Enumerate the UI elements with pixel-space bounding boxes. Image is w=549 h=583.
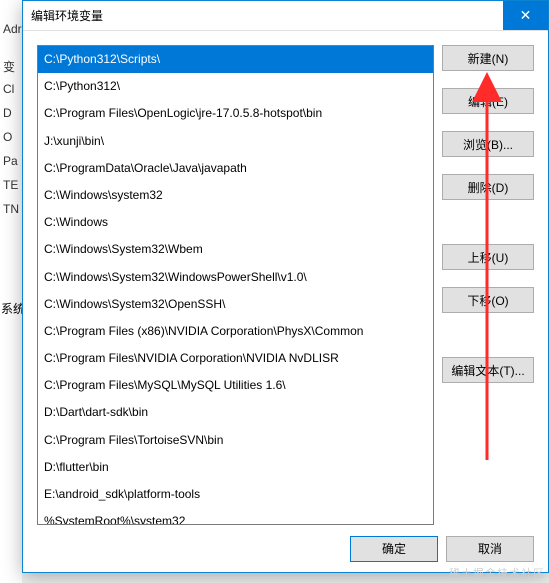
path-listbox[interactable]: C:\Python312\Scripts\C:\Python312\C:\Pro…: [37, 45, 434, 525]
bg-label: TN: [0, 202, 22, 226]
bg-label: Adr: [0, 22, 22, 46]
edit-button[interactable]: 编辑(E): [442, 88, 534, 114]
path-item[interactable]: C:\Windows\system32: [38, 182, 433, 209]
path-item[interactable]: C:\Program Files\OpenLogic\jre-17.0.5.8-…: [38, 100, 433, 127]
background-left-panel: Adr 变 Cl D O Pa TE TN: [0, 0, 22, 583]
path-item[interactable]: C:\Windows\System32\Wbem: [38, 236, 433, 263]
browse-button[interactable]: 浏览(B)...: [442, 131, 534, 157]
path-item[interactable]: C:\Program Files\TortoiseSVN\bin: [38, 427, 433, 454]
close-icon: ✕: [520, 7, 532, 24]
path-item[interactable]: C:\ProgramData\Oracle\Java\javapath: [38, 155, 433, 182]
path-item[interactable]: D:\flutter\bin: [38, 454, 433, 481]
path-item[interactable]: C:\Windows\System32\OpenSSH\: [38, 291, 433, 318]
new-button[interactable]: 新建(N): [442, 45, 534, 71]
bg-label: TE: [0, 178, 22, 202]
path-item[interactable]: D:\Dart\dart-sdk\bin: [38, 399, 433, 426]
path-item[interactable]: C:\Windows: [38, 209, 433, 236]
path-item[interactable]: C:\Program Files\MySQL\MySQL Utilities 1…: [38, 372, 433, 399]
dialog-title: 编辑环境变量: [23, 7, 503, 24]
path-item[interactable]: C:\Windows\System32\WindowsPowerShell\v1…: [38, 264, 433, 291]
dialog-body: C:\Python312\Scripts\C:\Python312\C:\Pro…: [23, 31, 548, 525]
edit-env-var-dialog: 编辑环境变量 ✕ C:\Python312\Scripts\C:\Python3…: [22, 0, 549, 573]
path-item[interactable]: C:\Program Files\NVIDIA Corporation\NVID…: [38, 345, 433, 372]
bg-label: Pa: [0, 154, 22, 178]
path-item[interactable]: J:\xunji\bin\: [38, 128, 433, 155]
bg-label: Cl: [0, 82, 22, 106]
titlebar: 编辑环境变量 ✕: [23, 1, 548, 31]
path-item[interactable]: E:\android_sdk\platform-tools: [38, 481, 433, 508]
bg-label: D: [0, 106, 22, 130]
close-button[interactable]: ✕: [503, 1, 548, 30]
path-item[interactable]: C:\Python312\: [38, 73, 433, 100]
cancel-button[interactable]: 取消: [446, 536, 534, 562]
path-item[interactable]: %SystemRoot%\system32: [38, 508, 433, 525]
bg-label: 变: [0, 58, 22, 82]
ok-button[interactable]: 确定: [350, 536, 438, 562]
watermark: 稀土掘金技术社区: [449, 565, 545, 581]
move-up-button[interactable]: 上移(U): [442, 244, 534, 270]
delete-button[interactable]: 删除(D): [442, 174, 534, 200]
side-buttons: 新建(N) 编辑(E) 浏览(B)... 删除(D) 上移(U) 下移(O) 编…: [442, 45, 534, 525]
bg-label: O: [0, 130, 22, 154]
path-item[interactable]: C:\Program Files (x86)\NVIDIA Corporatio…: [38, 318, 433, 345]
move-down-button[interactable]: 下移(O): [442, 287, 534, 313]
edit-text-button[interactable]: 编辑文本(T)...: [442, 357, 534, 383]
path-item[interactable]: C:\Python312\Scripts\: [38, 46, 433, 73]
